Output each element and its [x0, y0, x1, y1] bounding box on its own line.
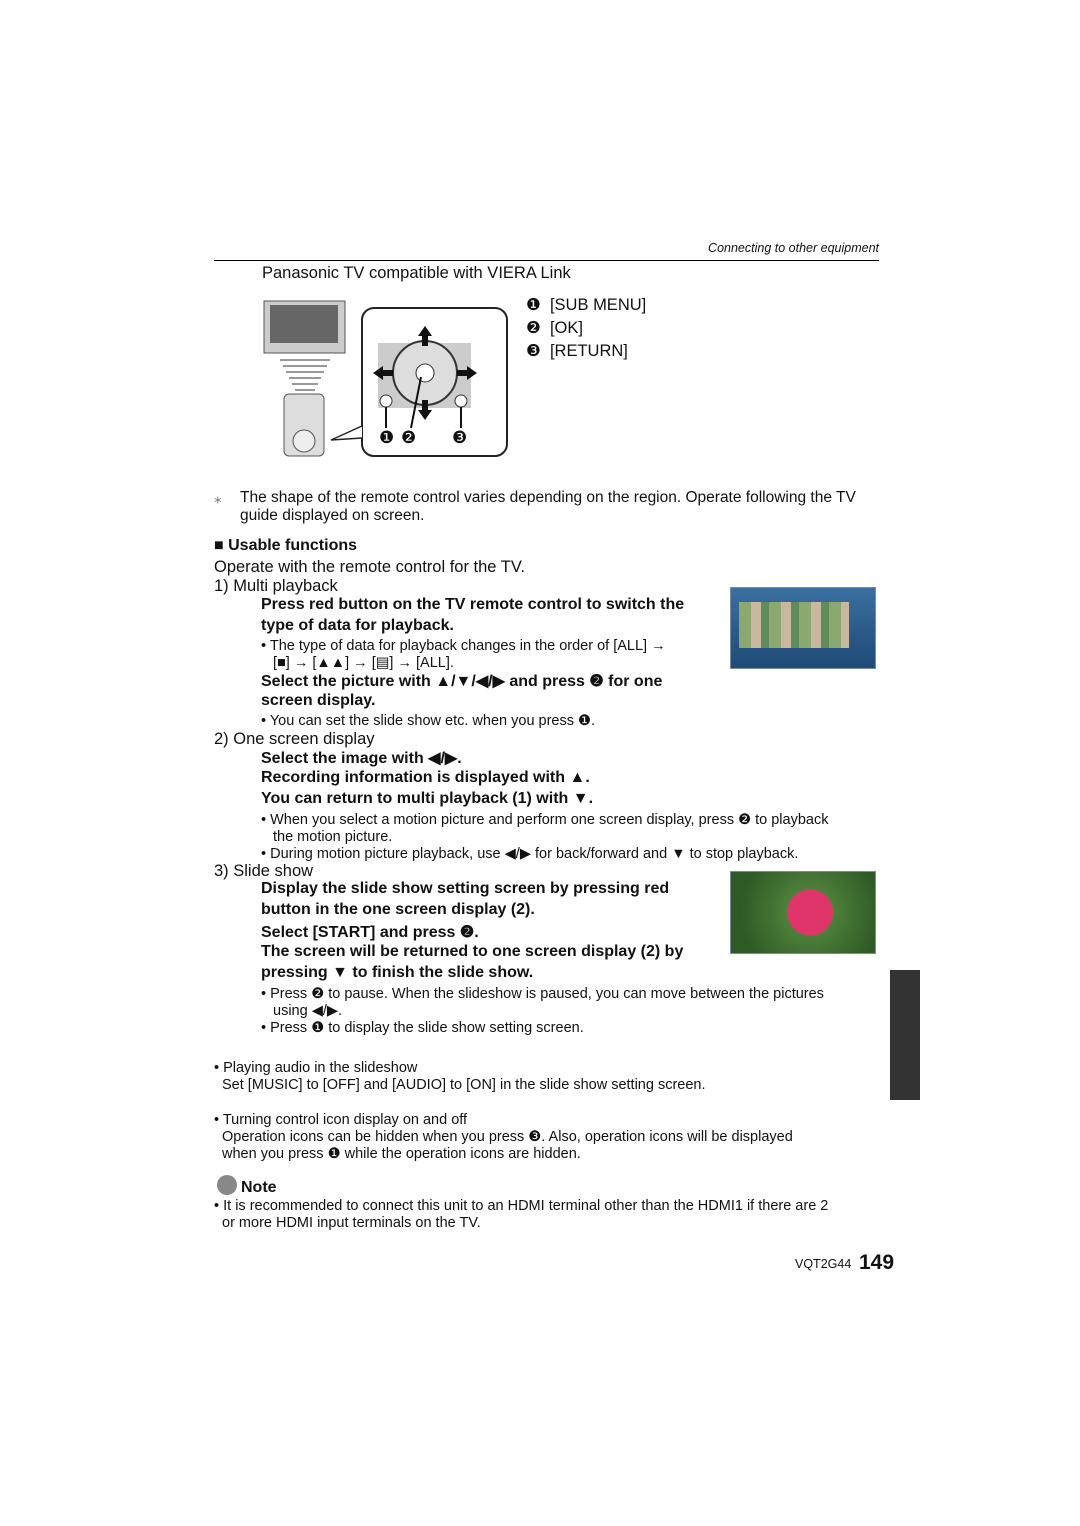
model-code: VQT2G44 [795, 1257, 852, 1271]
audio-body: Set [MUSIC] to [OFF] and [AUDIO] to [ON]… [222, 1077, 706, 1093]
icons-body: Operation icons can be hidden when you p… [222, 1129, 793, 1145]
bullet-text: • The type of data for playback changes … [261, 638, 666, 654]
multi-title: 1) Multi playback [214, 577, 338, 595]
bullet-text: • When you select a motion picture and p… [261, 812, 829, 828]
step-text: screen display. [261, 692, 376, 709]
one-title: 2) One screen display [214, 730, 375, 748]
step-text: Select the picture with ▲/▼/◀/▶ and pres… [261, 673, 663, 690]
note-text: • It is recommended to connect this unit… [214, 1198, 829, 1214]
footnote-line: The shape of the remote control varies d… [240, 489, 856, 506]
step-text: button in the one screen display (2). [261, 901, 535, 918]
step-text: You can return to multi playback (1) wit… [261, 790, 594, 807]
legend-item: ❶ [SUB MENU] [526, 296, 647, 314]
note-icon [217, 1175, 237, 1195]
header-rule [214, 260, 879, 261]
section-header: Connecting to other equipment [708, 241, 879, 255]
legend-item: ❸ [RETURN] [526, 342, 628, 360]
bullet-text: • Press ❶ to display the slide show sett… [261, 1020, 584, 1036]
manual-page: Connecting to other equipment Panasonic … [0, 0, 1080, 1526]
icons-body: when you press ❶ while the operation ico… [222, 1146, 581, 1162]
usable-intro: Operate with the remote control for the … [214, 558, 525, 576]
step-text: Select the image with ◀/▶. [261, 750, 462, 767]
legend-item: ❷ [OK] [526, 319, 583, 337]
bullet-text: the motion picture. [273, 829, 393, 845]
usable-heading: ■ Usable functions [214, 537, 358, 554]
page-number: 149 [859, 1251, 895, 1274]
slide-title: 3) Slide show [214, 862, 314, 880]
bullet-text: • Press ❷ to pause. When the slideshow i… [261, 986, 824, 1002]
step-text: Select [START] and press ❷. [261, 924, 479, 941]
bullet-text: [■] → [▲▲] → [▤] → [ALL]. [273, 655, 454, 671]
footnote-line: guide displayed on screen. [240, 507, 425, 524]
intro-title: Panasonic TV compatible with VIERA Link [262, 264, 571, 282]
callout-3: ❸ [452, 428, 468, 447]
bullet-text: using ◀/▶. [273, 1003, 343, 1019]
footnote-mark: ⁎ [214, 490, 222, 507]
side-tab [890, 970, 920, 1100]
bullet-text: • You can set the slide show etc. when y… [261, 713, 596, 729]
callout-2: ❷ [401, 428, 417, 447]
step-text: Recording information is displayed with … [261, 769, 590, 786]
callout-1: ❶ [379, 428, 395, 447]
audio-title: • Playing audio in the slideshow [214, 1060, 418, 1076]
step-text: Display the slide show setting screen by… [261, 880, 670, 897]
note-text: or more HDMI input terminals on the TV. [222, 1215, 481, 1231]
note-label: Note [241, 1179, 277, 1196]
step-text: The screen will be returned to one scree… [261, 943, 684, 960]
slide-show-screenshot [730, 871, 876, 954]
step-text: Press red button on the TV remote contro… [261, 596, 685, 613]
multi-playback-screenshot [730, 587, 876, 669]
icons-title: • Turning control icon display on and of… [214, 1112, 468, 1128]
step-text: type of data for playback. [261, 617, 454, 634]
bullet-text: • During motion picture playback, use ◀/… [261, 846, 799, 862]
step-text: pressing ▼ to finish the slide show. [261, 964, 534, 981]
